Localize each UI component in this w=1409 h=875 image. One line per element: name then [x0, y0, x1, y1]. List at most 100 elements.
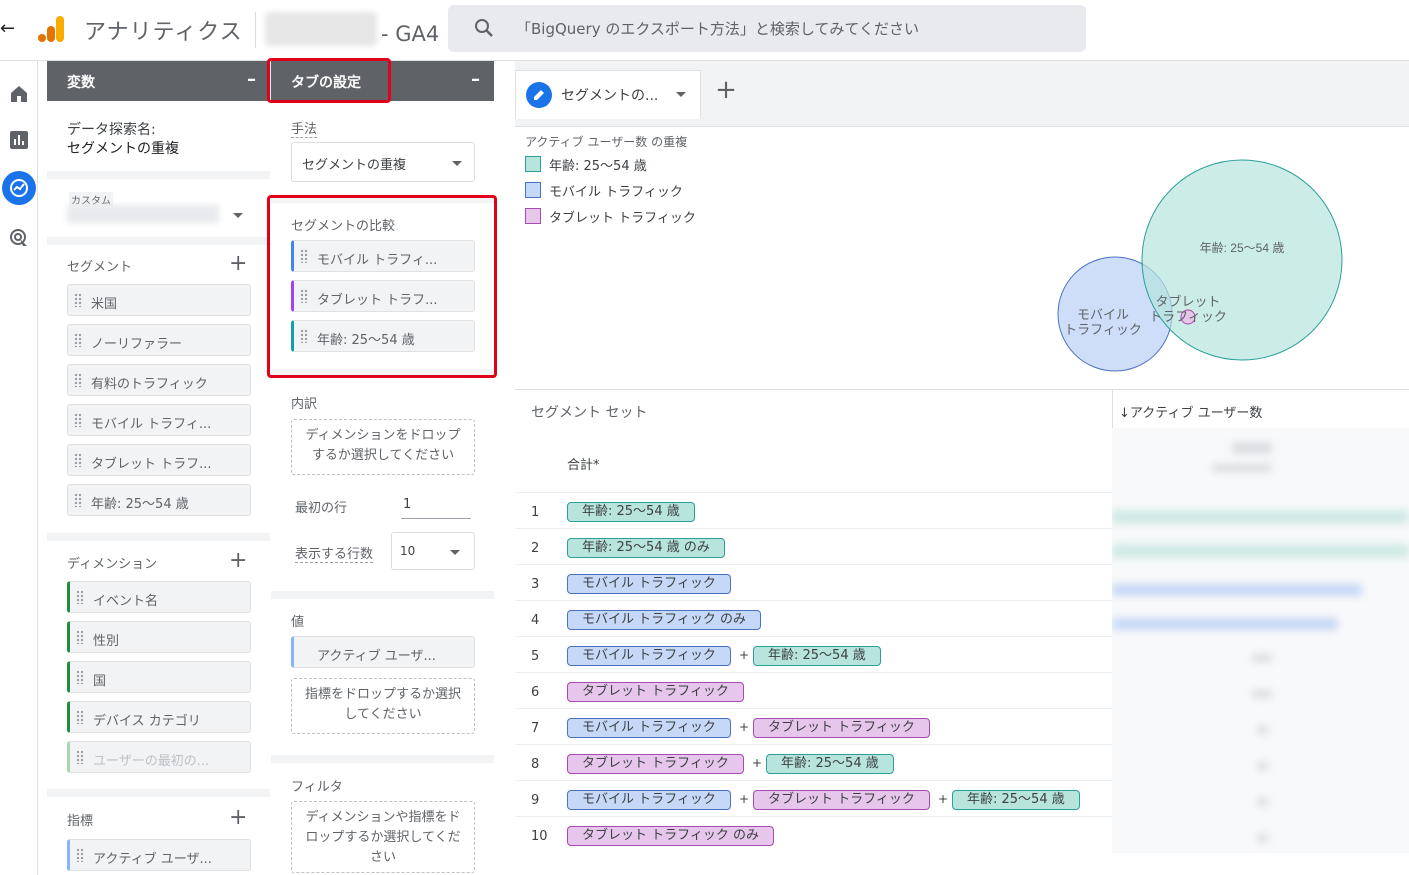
- variables-panel-header: 変数 –: [47, 61, 270, 101]
- breakdown-dropzone[interactable]: ディメンションをドロップするか選択してください: [291, 419, 475, 475]
- segment-pill[interactable]: 年齢: 25〜54 歳: [567, 502, 695, 522]
- segment-chip[interactable]: ノーリファラー: [67, 324, 251, 356]
- tab-segment-overlap[interactable]: セグメントの...: [515, 70, 701, 119]
- arrow-left-icon[interactable]: ←: [0, 18, 18, 40]
- minimize-button[interactable]: –: [471, 69, 480, 90]
- legend-swatch: [525, 156, 541, 172]
- dimension-chip[interactable]: デバイス カテゴリ: [67, 701, 251, 733]
- rows-shown-select[interactable]: 10: [391, 532, 475, 570]
- segment-chip[interactable]: 米国: [67, 284, 251, 316]
- minimize-button[interactable]: –: [247, 69, 256, 90]
- drag-handle-icon[interactable]: [74, 293, 82, 307]
- table-row[interactable]: 5 モバイル トラフィック + 年齢: 25〜54 歳: [515, 636, 1112, 672]
- plus-icon: +: [938, 792, 949, 806]
- drag-handle-icon[interactable]: [74, 333, 82, 347]
- venn-circle-age: [1141, 159, 1343, 361]
- segment-pill[interactable]: 年齢: 25〜54 歳: [753, 646, 881, 666]
- first-row-label: 最初の行: [295, 501, 348, 516]
- row-index: 10: [531, 829, 548, 844]
- segment-pill[interactable]: 年齢: 25〜54 歳: [766, 754, 894, 774]
- segment-pill[interactable]: 年齢: 25〜54 歳: [952, 790, 1080, 810]
- edit-icon[interactable]: [526, 82, 552, 108]
- table-row[interactable]: 9 モバイル トラフィック + タブレット トラフィック + 年齢: 25〜54 歳: [515, 780, 1112, 816]
- drag-handle-icon[interactable]: [74, 493, 82, 507]
- segment-pill[interactable]: モバイル トラフィック: [567, 574, 731, 594]
- row-index: 5: [531, 649, 540, 664]
- drag-handle-icon[interactable]: [74, 373, 82, 387]
- column-header-active-users[interactable]: ↓アクティブ ユーザー数: [1112, 390, 1409, 428]
- explore-icon[interactable]: [8, 177, 30, 199]
- metric-chip[interactable]: アクティブ ユーザ...: [67, 839, 251, 871]
- drag-handle-icon[interactable]: [76, 630, 84, 644]
- dimension-chip[interactable]: 性別: [67, 621, 251, 653]
- plus-icon: +: [752, 756, 763, 770]
- segment-pill[interactable]: モバイル トラフィック: [567, 718, 731, 738]
- property-name-redacted[interactable]: [265, 12, 377, 46]
- section-divider: [47, 533, 270, 541]
- table-row[interactable]: 3 モバイル トラフィック: [515, 564, 1112, 600]
- segment-chip[interactable]: タブレット トラフ...: [67, 444, 251, 476]
- table-row[interactable]: 10 タブレット トラフィック のみ: [515, 816, 1112, 852]
- technique-select[interactable]: セグメントの重複: [291, 142, 475, 182]
- dimension-chip[interactable]: ユーザーの最初の...: [67, 741, 251, 773]
- filter-label: フィルタ: [291, 780, 343, 795]
- value-metric-chip[interactable]: アクティブ ユーザ...: [291, 636, 475, 668]
- technique-label: 手法: [291, 118, 318, 138]
- segment-pill[interactable]: 年齢: 25〜54 歳 のみ: [567, 538, 725, 558]
- main-canvas: セグメントの... + アクティブ ユーザー数 の重複 年齢: 25〜54 歳 …: [515, 61, 1409, 875]
- drag-handle-icon[interactable]: [76, 750, 84, 764]
- table-row[interactable]: 8 タブレット トラフィック + 年齢: 25〜54 歳: [515, 744, 1112, 780]
- table-row[interactable]: 7 モバイル トラフィック + タブレット トラフィック: [515, 708, 1112, 744]
- exploration-name[interactable]: セグメントの重複: [67, 138, 179, 158]
- segment-chip[interactable]: 年齢: 25〜54 歳: [67, 484, 251, 516]
- chevron-down-icon: [450, 550, 460, 555]
- add-tab-button[interactable]: +: [711, 75, 741, 105]
- drag-handle-icon[interactable]: [74, 453, 82, 467]
- plus-icon: +: [739, 648, 750, 662]
- segment-pill[interactable]: モバイル トラフィック のみ: [567, 610, 762, 630]
- add-dimension-button[interactable]: +: [229, 550, 247, 572]
- segment-chip[interactable]: モバイル トラフィ...: [67, 404, 251, 436]
- table-row[interactable]: 6 タブレット トラフィック: [515, 672, 1112, 708]
- reports-icon[interactable]: [8, 129, 30, 151]
- values-dropzone[interactable]: 指標をドロップするか選択してください: [291, 678, 475, 734]
- row-index: 2: [531, 541, 540, 556]
- add-metric-button[interactable]: +: [229, 807, 247, 829]
- segment-pill[interactable]: タブレット トラフィック のみ: [567, 826, 775, 846]
- variables-panel: 変数 – データ探索名: セグメントの重複 カスタム セグメント + 米国 ノー…: [47, 61, 270, 875]
- advertising-icon[interactable]: [8, 227, 30, 249]
- filter-dropzone[interactable]: ディメンションや指標をドロップするか選択してください: [291, 801, 475, 873]
- row-index: 1: [531, 505, 540, 520]
- home-icon[interactable]: [8, 83, 30, 105]
- table-row[interactable]: 4 モバイル トラフィック のみ: [515, 600, 1112, 636]
- chevron-down-icon[interactable]: [676, 92, 686, 97]
- date-range-redacted[interactable]: [67, 205, 219, 223]
- segment-pill[interactable]: タブレット トラフィック: [567, 682, 744, 702]
- table-row[interactable]: 1 年齢: 25〜54 歳: [515, 492, 1112, 528]
- segment-pill[interactable]: タブレット トラフィック: [753, 718, 930, 738]
- first-row-input[interactable]: 1: [401, 493, 471, 519]
- property-suffix: - GA4: [381, 22, 440, 46]
- segment-pill[interactable]: タブレット トラフィック: [753, 790, 930, 810]
- dimensions-label: ディメンション: [67, 557, 158, 572]
- section-divider: [271, 755, 494, 763]
- table-row[interactable]: 2 年齢: 25〜54 歳 のみ: [515, 528, 1112, 564]
- search-input[interactable]: 「BigQuery のエクスポート方法」と検索してみてください: [448, 5, 1086, 52]
- chevron-down-icon[interactable]: [233, 213, 243, 218]
- segment-pill[interactable]: モバイル トラフィック: [567, 790, 731, 810]
- drag-handle-icon[interactable]: [76, 670, 84, 684]
- venn-label-mobile: モバイル: [1077, 307, 1129, 322]
- breakdown-label: 内訳: [291, 397, 318, 412]
- app-title: アナリティクス: [84, 20, 243, 45]
- drag-handle-icon[interactable]: [76, 590, 84, 604]
- segment-chip[interactable]: 有料のトラフィック: [67, 364, 251, 396]
- segment-pill[interactable]: タブレット トラフィック: [567, 754, 744, 774]
- drag-handle-icon[interactable]: [76, 848, 84, 862]
- drag-handle-icon[interactable]: [74, 413, 82, 427]
- dimension-chip[interactable]: 国: [67, 661, 251, 693]
- drag-handle-icon[interactable]: [76, 710, 84, 724]
- add-segment-button[interactable]: +: [229, 253, 247, 275]
- dimension-chip[interactable]: イベント名: [67, 581, 251, 613]
- segment-pill[interactable]: モバイル トラフィック: [567, 646, 731, 666]
- section-divider: [271, 591, 494, 599]
